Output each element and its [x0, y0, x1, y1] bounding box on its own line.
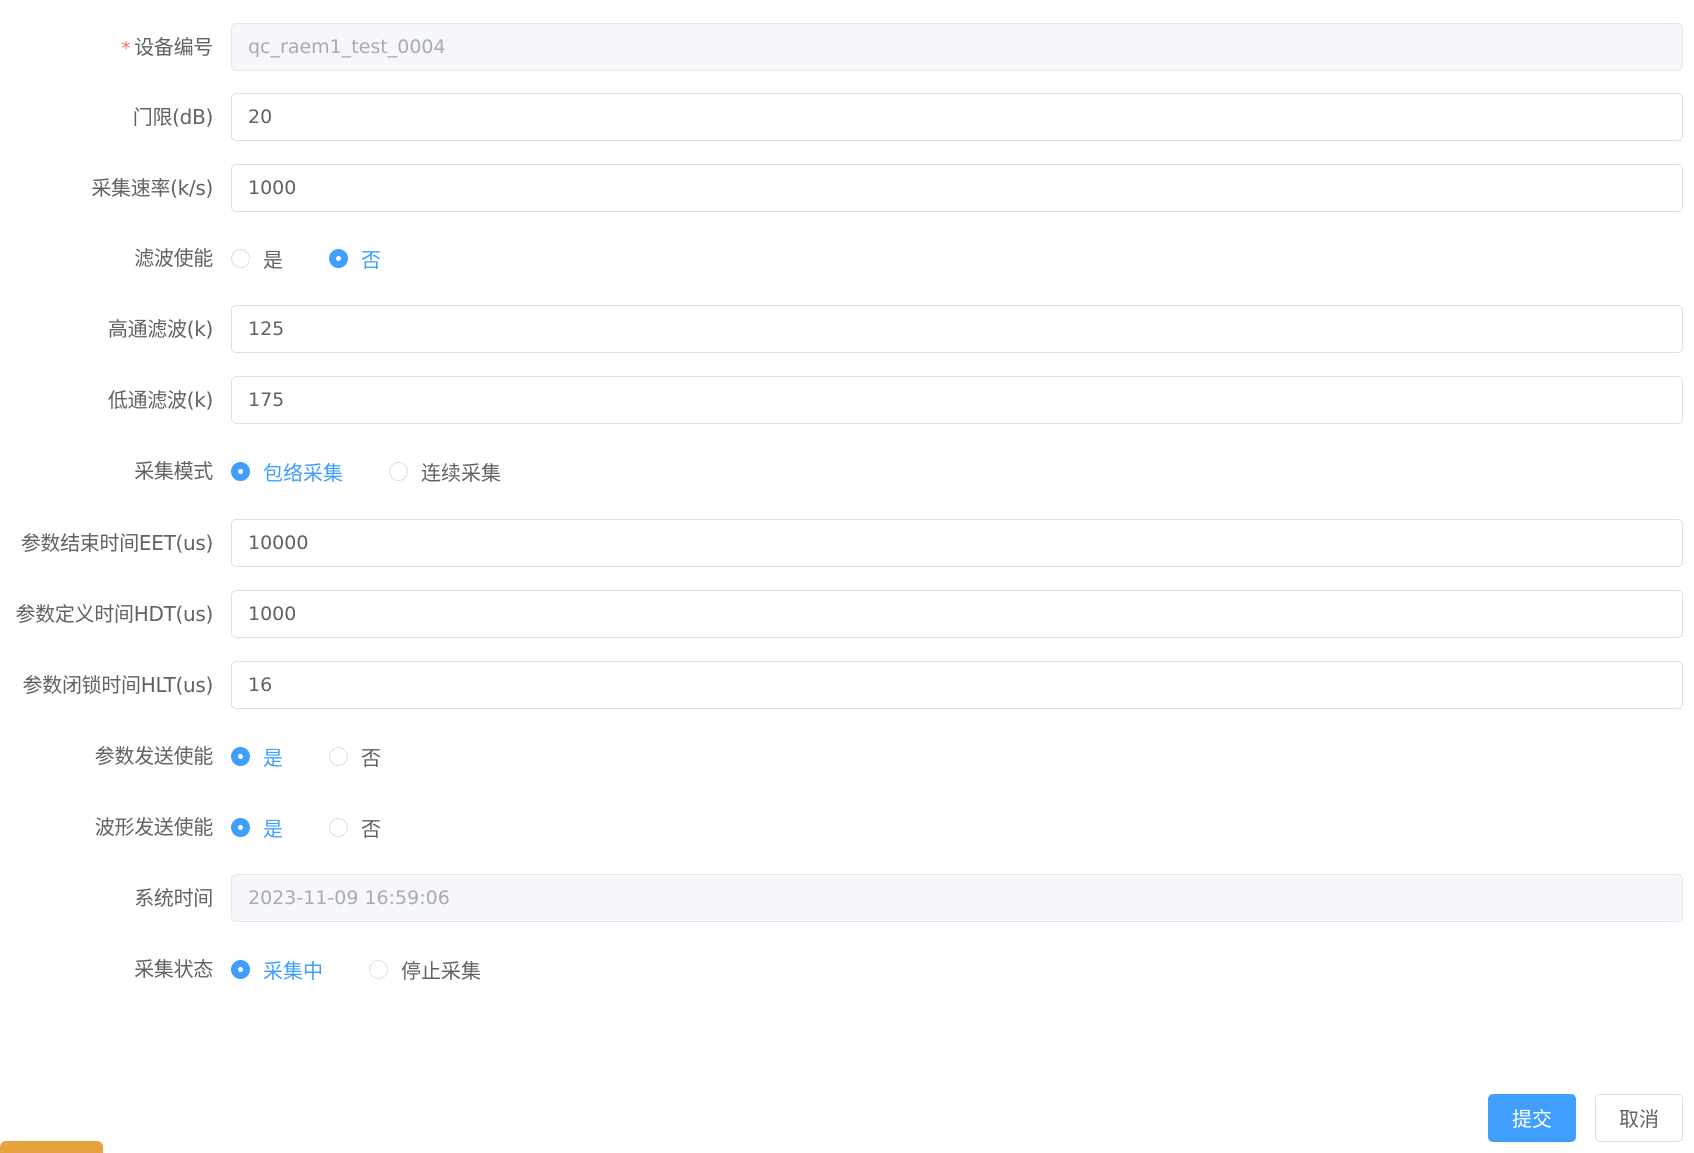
corner-tab-decoration: [0, 1141, 103, 1153]
device-id-label: * 设备编号: [0, 23, 213, 71]
capture-status-label: 采集状态: [134, 957, 213, 981]
filter-enable-option-no-label: 否: [361, 247, 381, 272]
wave-send-enable-option-yes[interactable]: 是: [231, 803, 283, 851]
wave-send-enable-option-no[interactable]: 否: [329, 803, 381, 851]
radio-circle-icon: [329, 746, 348, 766]
cancel-button[interactable]: 取消: [1595, 1094, 1683, 1142]
filter-enable-radio-group: 是 否: [231, 234, 381, 282]
hdt-label: 参数定义时间HDT(us): [15, 602, 214, 626]
radio-circle-icon: [389, 461, 408, 481]
eet-label: 参数结束时间EET(us): [20, 531, 214, 555]
form-row-wave-send-enable: 波形发送使能 是 否: [0, 803, 1694, 851]
system-time-label: 系统时间: [134, 886, 213, 910]
form-row-device-id: * 设备编号: [0, 23, 1694, 71]
capture-status-radio-group: 采集中 停止采集: [231, 945, 481, 993]
filter-enable-label: 滤波使能: [134, 246, 213, 270]
form-row-filter-enable: 滤波使能 是 否: [0, 234, 1694, 282]
capture-mode-option-envelope[interactable]: 包络采集: [231, 447, 343, 495]
capture-status-option-stop-label: 停止采集: [401, 958, 481, 983]
radio-checked-icon: [231, 461, 250, 481]
wave-send-enable-option-yes-label: 是: [263, 816, 283, 841]
form-row-sample-rate: 采集速率(k/s): [0, 164, 1694, 212]
capture-status-option-running[interactable]: 采集中: [231, 945, 323, 993]
low-pass-label: 低通滤波(k): [107, 388, 213, 412]
radio-circle-icon: [329, 817, 348, 837]
form-row-hdt: 参数定义时间HDT(us): [0, 590, 1694, 638]
high-pass-label: 高通滤波(k): [107, 317, 213, 341]
hlt-input[interactable]: [231, 661, 1683, 709]
radio-checked-icon: [231, 746, 250, 766]
low-pass-input[interactable]: [231, 376, 1683, 424]
hdt-input[interactable]: [231, 590, 1683, 638]
system-time-input: [231, 874, 1683, 922]
filter-enable-option-yes[interactable]: 是: [231, 234, 283, 282]
radio-circle-icon: [231, 248, 250, 268]
wave-send-enable-option-no-label: 否: [361, 816, 381, 841]
param-send-enable-option-no-label: 否: [361, 745, 381, 770]
sample-rate-input[interactable]: [231, 164, 1683, 212]
wave-send-enable-label: 波形发送使能: [94, 815, 214, 839]
form-row-param-send-enable: 参数发送使能 是 否: [0, 732, 1694, 780]
required-mark: *: [121, 38, 131, 59]
eet-input[interactable]: [231, 519, 1683, 567]
capture-mode-option-envelope-label: 包络采集: [263, 460, 343, 485]
form-row-capture-mode: 采集模式 包络采集 连续采集: [0, 447, 1694, 495]
sample-rate-label: 采集速率(k/s): [91, 176, 213, 200]
form-row-eet: 参数结束时间EET(us): [0, 519, 1694, 567]
param-send-enable-option-yes[interactable]: 是: [231, 732, 283, 780]
form-row-low-pass: 低通滤波(k): [0, 376, 1694, 424]
hlt-label: 参数闭锁时间HLT(us): [22, 673, 214, 697]
param-send-enable-option-no[interactable]: 否: [329, 732, 381, 780]
radio-circle-icon: [369, 959, 388, 979]
form-row-threshold: 门限(dB): [0, 93, 1694, 141]
device-id-label-text: 设备编号: [134, 35, 213, 59]
filter-enable-option-yes-label: 是: [263, 247, 283, 272]
capture-status-option-stop[interactable]: 停止采集: [369, 945, 481, 993]
capture-mode-radio-group: 包络采集 连续采集: [231, 447, 501, 495]
form-row-capture-status: 采集状态 采集中 停止采集: [0, 945, 1694, 993]
capture-status-option-running-label: 采集中: [263, 958, 323, 983]
capture-mode-option-continuous[interactable]: 连续采集: [389, 447, 501, 495]
param-send-enable-radio-group: 是 否: [231, 732, 381, 780]
wave-send-enable-radio-group: 是 否: [231, 803, 381, 851]
submit-button[interactable]: 提交: [1488, 1094, 1576, 1142]
form-row-hlt: 参数闭锁时间HLT(us): [0, 661, 1694, 709]
capture-mode-label: 采集模式: [134, 459, 213, 483]
capture-mode-option-continuous-label: 连续采集: [421, 460, 501, 485]
filter-enable-option-no[interactable]: 否: [329, 234, 381, 282]
form-row-high-pass: 高通滤波(k): [0, 305, 1694, 353]
threshold-label: 门限(dB): [132, 105, 214, 129]
device-id-input: [231, 23, 1683, 71]
form-row-system-time: 系统时间: [0, 874, 1694, 922]
radio-checked-icon: [231, 817, 250, 837]
param-send-enable-option-yes-label: 是: [263, 745, 283, 770]
high-pass-input[interactable]: [231, 305, 1683, 353]
radio-checked-icon: [231, 959, 250, 979]
threshold-input[interactable]: [231, 93, 1683, 141]
param-send-enable-label: 参数发送使能: [94, 744, 214, 768]
radio-checked-icon: [329, 248, 348, 268]
